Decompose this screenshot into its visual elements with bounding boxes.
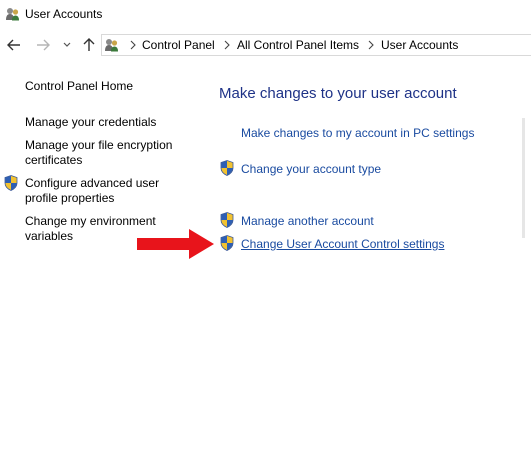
- uac-shield-icon: [4, 175, 18, 191]
- user-accounts-icon: [6, 8, 19, 21]
- manage-credentials-link[interactable]: Manage your credentials: [25, 115, 156, 130]
- back-arrow-icon: [7, 39, 20, 51]
- change-account-type-link[interactable]: Change your account type: [241, 162, 381, 176]
- up-button[interactable]: [80, 36, 98, 54]
- red-arrow-icon: [137, 229, 214, 259]
- file-encryption-line-2: certificates: [25, 153, 83, 167]
- vertical-scrollbar[interactable]: [522, 118, 525, 238]
- chevron-down-icon: [63, 42, 71, 47]
- uac-settings-link[interactable]: Change User Account Control settings: [241, 237, 444, 251]
- forward-arrow-icon: [37, 39, 50, 51]
- pc-settings-link[interactable]: Make changes to my account in PC setting…: [241, 126, 474, 140]
- control-panel-home-link[interactable]: Control Panel Home: [25, 79, 133, 94]
- environment-variables-line-2: variables: [25, 229, 74, 243]
- recent-locations-button[interactable]: [60, 36, 74, 54]
- environment-variables-line-1: Change my environment: [25, 214, 156, 228]
- up-arrow-icon: [83, 38, 95, 51]
- window-title: User Accounts: [25, 7, 103, 21]
- breadcrumb-all-items[interactable]: All Control Panel Items: [237, 38, 359, 52]
- control-panel-icon: [105, 39, 118, 52]
- breadcrumb-separator-icon: [224, 40, 230, 50]
- breadcrumb-control-panel[interactable]: Control Panel: [142, 38, 215, 52]
- breadcrumb-separator-icon: [368, 40, 374, 50]
- uac-shield-icon: [220, 212, 234, 228]
- advanced-profile-line-1: Configure advanced user: [25, 176, 160, 190]
- uac-shield-icon: [220, 235, 234, 251]
- uac-shield-icon: [220, 160, 234, 176]
- breadcrumb-separator-icon: [130, 40, 136, 50]
- title-bar: User Accounts: [0, 0, 531, 30]
- manage-another-account-link[interactable]: Manage another account: [241, 214, 374, 228]
- forward-button[interactable]: [34, 36, 52, 54]
- file-encryption-line-1: Manage your file encryption: [25, 138, 173, 152]
- back-button[interactable]: [5, 36, 23, 54]
- advanced-profile-line-2: profile properties: [25, 191, 115, 205]
- breadcrumb-user-accounts[interactable]: User Accounts: [381, 38, 458, 52]
- page-title: Make changes to your user account: [219, 85, 457, 102]
